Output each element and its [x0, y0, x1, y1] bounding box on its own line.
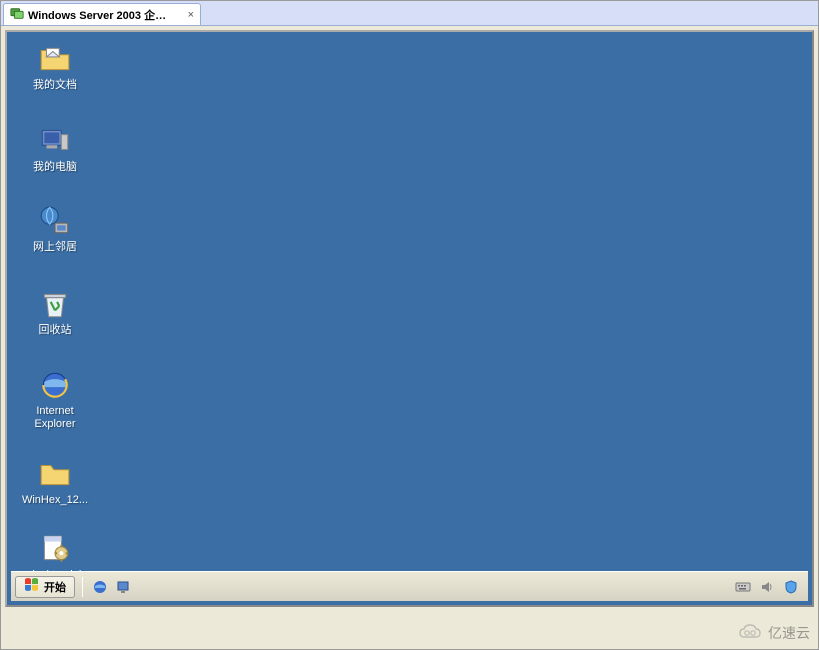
desktop-icon-recycle-bin[interactable]: 回收站	[15, 287, 95, 337]
vm-tab-icon	[10, 6, 24, 23]
taskbar-separator	[82, 577, 83, 597]
folder-icon	[38, 457, 72, 491]
folder-documents-icon	[38, 42, 72, 76]
start-button[interactable]: 开始	[15, 576, 75, 598]
icon-label: 我的文档	[33, 79, 77, 92]
taskbar: 开始	[11, 571, 808, 601]
system-tray	[734, 578, 804, 596]
windows-logo-icon	[24, 577, 40, 596]
desktop[interactable]: 我的文档 我的电脑 网上邻居 回收站 Internet Explorer	[5, 30, 814, 607]
start-label: 开始	[44, 579, 66, 595]
desktop-icon-internet-explorer[interactable]: Internet Explorer	[15, 368, 95, 431]
network-icon	[38, 204, 72, 238]
watermark: 亿速云	[736, 623, 810, 643]
icon-label: 我的电脑	[33, 161, 77, 174]
ini-file-icon	[38, 532, 72, 566]
recycle-bin-icon	[38, 287, 72, 321]
tab-close-icon[interactable]: ×	[188, 9, 194, 21]
computer-icon	[38, 124, 72, 158]
vm-tab-title: Windows Server 2003 企…	[28, 7, 166, 23]
desktop-icon-my-documents[interactable]: 我的文档	[15, 42, 95, 92]
desktop-icon-my-computer[interactable]: 我的电脑	[15, 124, 95, 174]
quicklaunch-ie[interactable]	[90, 577, 110, 597]
icon-label: 回收站	[39, 324, 72, 337]
tray-icon-security[interactable]	[782, 578, 800, 596]
ie-icon	[38, 368, 72, 402]
icon-label: WinHex_12...	[22, 494, 88, 507]
desktop-frame: 我的文档 我的电脑 网上邻居 回收站 Internet Explorer	[1, 26, 818, 611]
desktop-icon-network-places[interactable]: 网上邻居	[15, 204, 95, 254]
watermark-text: 亿速云	[768, 623, 810, 643]
tray-icon-sound[interactable]	[758, 578, 776, 596]
vm-tab[interactable]: Windows Server 2003 企… ×	[3, 3, 201, 25]
icon-label: Internet Explorer	[35, 405, 76, 431]
tray-icon-keyboard[interactable]	[734, 578, 752, 596]
quicklaunch-show-desktop[interactable]	[114, 577, 134, 597]
desktop-icon-winhex-folder[interactable]: WinHex_12...	[15, 457, 95, 507]
icon-label: 网上邻居	[33, 241, 77, 254]
vm-tabbar: Windows Server 2003 企… ×	[1, 1, 818, 26]
